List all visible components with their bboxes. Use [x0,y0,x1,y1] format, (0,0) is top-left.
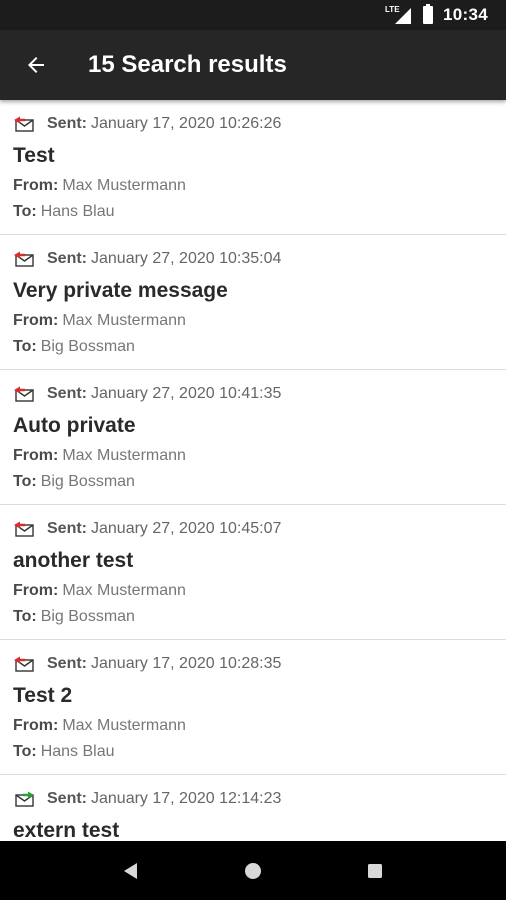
sent-meta: Sent: January 27, 2020 10:45:07 [13,518,493,540]
list-item[interactable]: Sent: January 27, 2020 10:41:35 Auto priva… [0,370,506,505]
signal-icon: LTE [385,6,412,24]
to-label: To: [13,743,37,760]
sent-meta: Sent: January 27, 2020 10:41:35 [13,383,493,405]
from-line: From: Max Mustermann [13,312,493,330]
from-line: From: Max Mustermann [13,447,493,465]
outgoing-mail-icon [14,521,34,537]
from-line: From: Max Mustermann [13,177,493,195]
to-line: To: Hans Blau [13,743,493,761]
sent-label: Sent: [47,520,87,537]
nav-recents-icon [368,863,382,878]
to-label: To: [13,608,37,625]
to-value: Hans Blau [40,203,115,220]
nav-back-button[interactable] [111,851,151,891]
list-item[interactable]: Sent: January 27, 2020 10:35:04 Very priva… [0,235,506,370]
app-bar: 15 Search results [0,30,506,100]
from-value: Max Mustermann [62,447,186,464]
nav-home-button[interactable] [233,851,273,891]
from-label: From: [13,582,59,599]
outgoing-mail-icon [14,251,34,267]
back-button[interactable] [0,30,72,100]
list-item[interactable]: Sent: January 17, 2020 12:14:23 extern tes… [0,775,506,841]
sent-date: January 17, 2020 12:14:23 [91,790,282,807]
outgoing-mail-icon [14,656,34,672]
to-label: To: [13,338,37,355]
from-label: From: [13,447,59,464]
to-label: To: [13,473,37,490]
nav-recents-button[interactable] [355,851,395,891]
to-label: To: [13,203,37,220]
list-item[interactable]: Sent: January 17, 2020 10:26:26 Test From: M… [0,100,506,235]
arrow-left-icon [28,57,44,73]
from-value: Max Mustermann [62,312,186,329]
to-line: To: Hans Blau [13,203,493,221]
nav-home-icon [245,862,261,879]
sent-meta: Sent: January 27, 2020 10:35:04 [13,248,493,270]
sent-date: January 27, 2020 10:45:07 [91,520,282,537]
list-item[interactable]: Sent: January 27, 2020 10:45:07 another te… [0,505,506,640]
sent-label: Sent: [47,790,87,807]
message-subject: Test 2 [13,684,73,707]
sent-date: January 17, 2020 10:28:35 [91,655,282,672]
search-results-list: Sent: January 17, 2020 10:26:26 Test From: M… [0,100,506,841]
to-line: To: Big Bossman [13,338,493,356]
message-subject: another test [13,549,134,572]
to-value: Big Bossman [40,473,135,490]
sent-date: January 27, 2020 10:35:04 [91,250,282,267]
sent-meta: Sent: January 17, 2020 10:26:26 [13,113,493,135]
from-value: Max Mustermann [62,582,186,599]
sent-date: January 27, 2020 10:41:35 [91,385,282,402]
from-line: From: Max Mustermann [13,717,493,735]
page-title: 15 Search results [88,51,287,78]
message-subject: extern test [13,819,120,841]
system-nav-bar [0,841,506,900]
battery-icon [423,4,434,24]
status-bar: LTE 10:34 [0,0,506,30]
to-value: Big Bossman [40,338,135,355]
message-subject: Auto private [13,414,136,437]
to-value: Hans Blau [40,743,115,760]
outgoing-mail-icon [14,116,34,132]
status-time: 10:34 [443,5,488,24]
to-value: Big Bossman [40,608,135,625]
incoming-mail-icon [15,791,34,807]
sent-label: Sent: [47,385,87,402]
from-line: From: Max Mustermann [13,582,493,600]
message-subject: Test [13,144,55,167]
sent-meta: Sent: January 17, 2020 12:14:23 [13,788,493,810]
from-value: Max Mustermann [62,177,186,194]
sent-meta: Sent: January 17, 2020 10:28:35 [13,653,493,675]
to-line: To: Big Bossman [13,608,493,626]
list-item[interactable]: Sent: January 17, 2020 10:28:35 Test 2 From… [0,640,506,775]
sent-date: January 17, 2020 10:26:26 [91,115,282,132]
from-label: From: [13,717,59,734]
sent-label: Sent: [47,655,87,672]
nav-back-icon [124,862,137,879]
sent-label: Sent: [47,250,87,267]
from-label: From: [13,312,59,329]
sent-label: Sent: [47,115,87,132]
from-label: From: [13,177,59,194]
message-subject: Very private message [13,279,228,302]
to-line: To: Big Bossman [13,473,493,491]
outgoing-mail-icon [14,386,34,402]
from-value: Max Mustermann [62,717,186,734]
